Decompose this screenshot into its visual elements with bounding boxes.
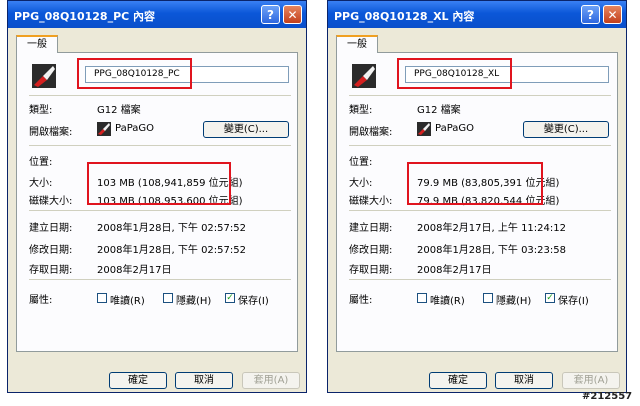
attributes-label: 屬性:	[29, 295, 53, 306]
divider	[349, 95, 611, 96]
properties-dialog-xl: PPG_08Q10128_XL 內容 ? ✕ 一般 PPG_08Q10128_X…	[327, 0, 627, 393]
highlight-box	[87, 162, 231, 205]
modified-label: 修改日期:	[349, 245, 393, 256]
type-value: G12 檔案	[97, 105, 141, 116]
divider	[29, 145, 291, 146]
type-label: 類型:	[29, 105, 53, 116]
general-panel: PPG_08Q10128_XL 類型: G12 檔案 開啟檔案: PaPaGO …	[336, 52, 618, 352]
help-icon: ?	[587, 7, 594, 22]
help-icon: ?	[267, 7, 274, 22]
tab-general[interactable]: 一般	[16, 35, 58, 53]
opens-with-label: 開啟檔案:	[349, 127, 393, 138]
window-title: PPG_08Q10128_PC 內容	[14, 10, 156, 23]
size-label: 大小:	[349, 178, 373, 189]
divider	[349, 279, 611, 280]
watermark: #212557	[582, 391, 633, 402]
ok-button[interactable]: 確定	[429, 372, 487, 389]
ok-button[interactable]: 確定	[109, 372, 167, 389]
created-value: 2008年1月28日, 下午 02:57:52	[97, 223, 246, 234]
size-on-disk-label: 磁碟大小:	[349, 196, 393, 207]
size-label: 大小:	[29, 178, 53, 189]
readonly-checkbox[interactable]	[97, 293, 107, 303]
hidden-checkbox[interactable]	[483, 293, 493, 303]
general-panel: PPG_08Q10128_PC 類型: G12 檔案 開啟檔案: PaPaGO …	[16, 52, 298, 352]
close-icon: ✕	[287, 7, 298, 22]
accessed-value: 2008年2月17日	[97, 265, 172, 276]
highlight-box	[407, 162, 543, 205]
papago-app-icon	[417, 122, 431, 136]
archive-label[interactable]: 保存(I)	[558, 292, 589, 307]
divider	[349, 210, 611, 211]
window-title: PPG_08Q10128_XL 內容	[334, 10, 475, 23]
divider	[29, 279, 291, 280]
archive-label[interactable]: 保存(I)	[238, 292, 269, 307]
close-icon: ✕	[607, 7, 618, 22]
check-icon: ✓	[546, 293, 554, 303]
modified-label: 修改日期:	[29, 245, 73, 256]
papago-app-icon	[97, 122, 111, 136]
location-label: 位置:	[349, 157, 373, 168]
opens-with-value: PaPaGO	[435, 123, 475, 134]
papago-file-icon	[352, 64, 376, 88]
size-on-disk-label: 磁碟大小:	[29, 196, 73, 207]
help-button[interactable]: ?	[261, 5, 280, 24]
apply-button[interactable]: 套用(A)	[562, 372, 620, 389]
hidden-label[interactable]: 隱藏(H)	[496, 292, 531, 307]
attributes-label: 屬性:	[349, 295, 373, 306]
modified-value: 2008年1月28日, 下午 03:23:58	[417, 245, 566, 256]
type-label: 類型:	[349, 105, 373, 116]
modified-value: 2008年1月28日, 下午 02:57:52	[97, 245, 246, 256]
created-value: 2008年2月17日, 上午 11:24:12	[417, 223, 566, 234]
close-button[interactable]: ✕	[283, 5, 302, 24]
divider	[349, 145, 611, 146]
archive-checkbox[interactable]: ✓	[545, 293, 555, 303]
properties-dialog-pc: PPG_08Q10128_PC 內容 ? ✕ 一般 PPG_08Q10128_P…	[7, 0, 307, 393]
opens-with-value: PaPaGO	[115, 123, 155, 134]
hidden-label[interactable]: 隱藏(H)	[176, 292, 211, 307]
title-bar[interactable]: PPG_08Q10128_PC 內容 ? ✕	[8, 1, 306, 28]
divider	[29, 210, 291, 211]
divider	[29, 95, 291, 96]
change-button[interactable]: 變更(C)...	[523, 121, 609, 138]
opens-with-label: 開啟檔案:	[29, 127, 73, 138]
tab-general[interactable]: 一般	[336, 35, 378, 53]
readonly-checkbox[interactable]	[417, 293, 427, 303]
papago-file-icon	[32, 64, 56, 88]
archive-checkbox[interactable]: ✓	[225, 293, 235, 303]
created-label: 建立日期:	[349, 223, 393, 234]
created-label: 建立日期:	[29, 223, 73, 234]
help-button[interactable]: ?	[581, 5, 600, 24]
type-value: G12 檔案	[417, 105, 461, 116]
close-button[interactable]: ✕	[603, 5, 622, 24]
hidden-checkbox[interactable]	[163, 293, 173, 303]
highlight-box	[77, 58, 192, 89]
cancel-button[interactable]: 取消	[495, 372, 553, 389]
apply-button[interactable]: 套用(A)	[242, 372, 300, 389]
change-button[interactable]: 變更(C)...	[203, 121, 289, 138]
accessed-value: 2008年2月17日	[417, 265, 492, 276]
location-label: 位置:	[29, 157, 53, 168]
readonly-label[interactable]: 唯讀(R)	[430, 292, 465, 307]
cancel-button[interactable]: 取消	[175, 372, 233, 389]
title-bar[interactable]: PPG_08Q10128_XL 內容 ? ✕	[328, 1, 626, 28]
readonly-label[interactable]: 唯讀(R)	[110, 292, 145, 307]
highlight-box	[397, 58, 512, 89]
accessed-label: 存取日期:	[349, 265, 393, 276]
check-icon: ✓	[226, 293, 234, 303]
accessed-label: 存取日期:	[29, 265, 73, 276]
